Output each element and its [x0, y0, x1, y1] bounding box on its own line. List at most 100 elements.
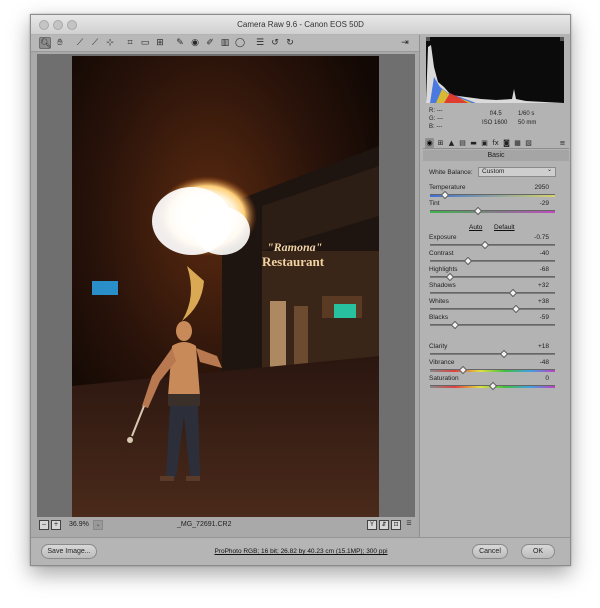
tab-effects[interactable]: fx: [491, 138, 500, 148]
zoom-dropdown[interactable]: ⌄: [93, 520, 103, 530]
copy-settings-icon[interactable]: ⊡: [391, 520, 401, 530]
slider-label: Clarity: [429, 343, 448, 350]
slider-value[interactable]: 2950: [519, 184, 549, 192]
slider-track[interactable]: [430, 308, 555, 310]
zoom-icon[interactable]: 🔍︎: [39, 37, 51, 49]
tab-snapshots[interactable]: ▧: [524, 138, 533, 148]
shadow-clip-icon[interactable]: [426, 37, 430, 41]
zoom-in-button[interactable]: +: [51, 520, 61, 530]
slider-thumb[interactable]: [473, 206, 482, 216]
slider-blacks[interactable]: Blacks -59: [429, 314, 557, 330]
aperture-value: f/4.5: [490, 111, 502, 117]
color-sampler-icon[interactable]: ⟋: [89, 37, 101, 49]
slider-vibrance[interactable]: Vibrance -48: [429, 359, 557, 375]
zoom-out-button[interactable]: −: [39, 520, 49, 530]
highlight-clip-icon[interactable]: [560, 37, 564, 41]
slider-value[interactable]: -40: [519, 250, 549, 258]
slider-thumb[interactable]: [440, 190, 450, 200]
slider-exposure[interactable]: Exposure -0.75: [429, 234, 557, 250]
slider-track[interactable]: [430, 260, 555, 262]
slider-tint[interactable]: Tint -29: [429, 200, 557, 216]
slider-track[interactable]: [430, 369, 555, 372]
adjustment-brush-icon[interactable]: ✐: [204, 37, 216, 49]
slider-thumb[interactable]: [445, 272, 455, 282]
slider-thumb[interactable]: [458, 365, 467, 375]
hand-icon[interactable]: ✋︎: [54, 37, 66, 49]
slider-track[interactable]: [430, 244, 555, 246]
transform-icon[interactable]: ⊞: [154, 37, 166, 49]
export-icon[interactable]: ⇥: [399, 37, 411, 49]
slider-track[interactable]: [430, 210, 555, 213]
zoom-window-button[interactable]: [67, 20, 77, 30]
tab-presets[interactable]: ▦: [513, 138, 522, 148]
preview-preferences-icon[interactable]: ☰: [404, 520, 414, 530]
slider-thumb[interactable]: [450, 320, 460, 330]
white-balance-select[interactable]: Custom: [478, 166, 556, 177]
straighten-icon[interactable]: ▭: [139, 37, 151, 49]
b-value: ---: [436, 124, 443, 130]
slider-value[interactable]: +32: [519, 282, 549, 290]
slider-thumb[interactable]: [463, 256, 472, 266]
slider-value[interactable]: -68: [519, 266, 549, 274]
tab-lens[interactable]: ▣: [480, 138, 489, 148]
slider-clarity[interactable]: Clarity +18: [429, 343, 557, 359]
panel-menu-icon[interactable]: ≡: [558, 138, 567, 148]
slider-value[interactable]: +18: [519, 343, 549, 351]
radial-filter-icon[interactable]: ◯: [234, 37, 246, 49]
presets-icon[interactable]: ☰: [254, 37, 266, 49]
workflow-options-link[interactable]: ProPhoto RGB; 16 bit; 26.82 by 40.23 cm …: [201, 548, 401, 555]
slider-value[interactable]: -0.75: [519, 234, 549, 242]
tab-hsl[interactable]: ▤: [458, 138, 467, 148]
close-window-button[interactable]: [39, 20, 49, 30]
slider-shadows[interactable]: Shadows +32: [429, 282, 557, 298]
photo-preview: "Ramona" Restaurant: [72, 56, 379, 517]
red-eye-icon[interactable]: ◉: [189, 37, 201, 49]
ok-button[interactable]: OK: [521, 544, 555, 559]
white-balance-icon[interactable]: ⟋: [74, 37, 86, 49]
slider-track[interactable]: [430, 324, 555, 326]
slider-thumb[interactable]: [499, 349, 508, 359]
tab-split-toning[interactable]: ▬: [469, 138, 478, 148]
slider-contrast[interactable]: Contrast -40: [429, 250, 557, 266]
before-after-icon[interactable]: Y: [367, 520, 377, 530]
auto-link[interactable]: Auto: [469, 224, 482, 231]
cancel-button[interactable]: Cancel: [472, 544, 508, 559]
iso-value: ISO 1600: [482, 120, 508, 126]
default-link[interactable]: Default: [494, 224, 515, 231]
save-image-button[interactable]: Save Image...: [41, 544, 97, 559]
minimize-window-button[interactable]: [53, 20, 63, 30]
slider-temperature[interactable]: Temperature 2950: [429, 184, 557, 200]
focal-length-value: 50 mm: [518, 120, 537, 126]
slider-value[interactable]: -59: [519, 314, 549, 322]
tab-basic[interactable]: ◉: [425, 138, 434, 148]
slider-whites[interactable]: Whites +38: [429, 298, 557, 314]
slider-label: Whites: [429, 298, 449, 305]
slider-thumb[interactable]: [480, 240, 490, 250]
slider-thumb[interactable]: [508, 288, 517, 298]
graduated-filter-icon[interactable]: ▥: [219, 37, 231, 49]
slider-value[interactable]: 0: [519, 375, 549, 383]
slider-value[interactable]: -29: [519, 200, 549, 208]
crop-icon[interactable]: ⌗: [124, 37, 136, 49]
slider-track[interactable]: [430, 353, 555, 355]
rotate-ccw-icon[interactable]: ↺: [269, 37, 281, 49]
slider-label: Temperature: [429, 184, 466, 191]
rotate-cw-icon[interactable]: ↻: [284, 37, 296, 49]
slider-label: Highlights: [429, 266, 458, 273]
preview-status-bar: − + 36.9% ⌄ _MG_72691.CR2 Y ⇵ ⊡ ☰: [37, 520, 417, 532]
slider-thumb[interactable]: [488, 381, 497, 391]
slider-thumb[interactable]: [512, 304, 521, 314]
tab-tone-curve[interactable]: ⊞: [436, 138, 445, 148]
slider-value[interactable]: -48: [519, 359, 549, 367]
image-preview-area[interactable]: "Ramona" Restaurant: [37, 54, 415, 517]
slider-value[interactable]: +38: [519, 298, 549, 306]
target-adjust-icon[interactable]: ⊹: [104, 37, 116, 49]
swap-settings-icon[interactable]: ⇵: [379, 520, 389, 530]
slider-track[interactable]: [430, 292, 555, 294]
spot-removal-icon[interactable]: ✎: [174, 37, 186, 49]
slider-saturation[interactable]: Saturation 0: [429, 375, 557, 391]
tab-detail[interactable]: ▲: [447, 138, 456, 148]
slider-highlights[interactable]: Highlights -68: [429, 266, 557, 282]
tab-camera-calibration[interactable]: ◙: [502, 138, 511, 148]
b-label: B:: [429, 124, 435, 130]
